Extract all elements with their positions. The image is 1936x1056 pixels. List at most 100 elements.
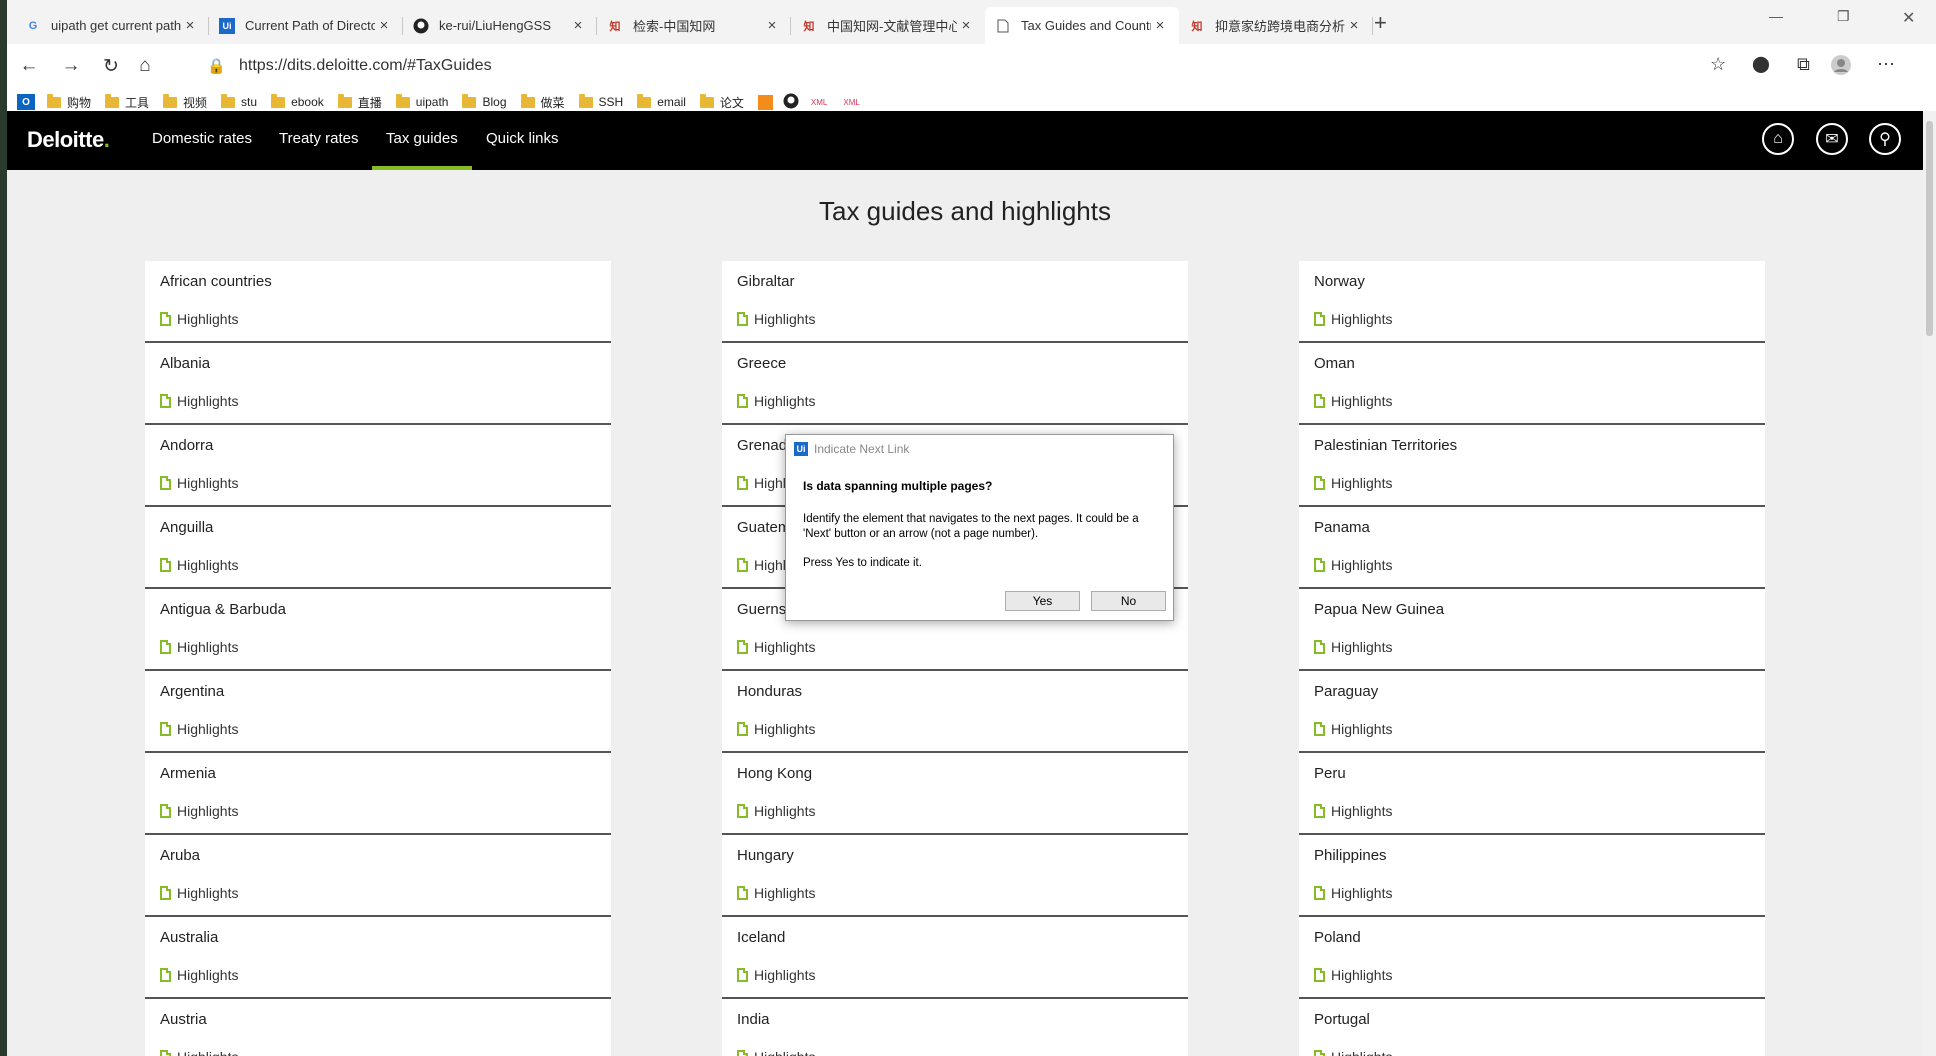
close-icon[interactable]: ×	[763, 17, 781, 34]
highlights-link[interactable]: Highlights	[160, 967, 238, 983]
close-icon[interactable]: ×	[1151, 17, 1169, 34]
github-icon[interactable]	[783, 93, 799, 112]
mail-icon[interactable]: ✉	[1816, 123, 1848, 155]
highlights-label: Highlights	[754, 639, 816, 655]
country-name: Aruba	[160, 847, 201, 864]
highlights-link[interactable]: Highlights	[1314, 885, 1392, 901]
highlights-link[interactable]: Highlights	[160, 393, 238, 409]
highlights-link[interactable]: Highlights	[737, 803, 815, 819]
bookmark-folder[interactable]: 购物	[47, 93, 91, 111]
highlights-link[interactable]: Highlights	[1314, 1049, 1392, 1056]
close-icon[interactable]: ×	[957, 17, 975, 34]
highlights-link[interactable]: Highlights	[160, 885, 238, 901]
tab-tax-guides[interactable]: Tax Guides and Country Highligh ×	[985, 7, 1179, 44]
country-card: Hong Kong Highlights	[722, 753, 1188, 835]
profile-icon[interactable]	[1830, 54, 1852, 81]
highlights-link[interactable]: Highlights	[1314, 311, 1392, 327]
home-icon[interactable]: ⌂	[129, 50, 161, 82]
highlights-link[interactable]: Highlights	[737, 311, 815, 327]
search-icon[interactable]: ⚲	[1869, 123, 1901, 155]
page-icon	[995, 18, 1011, 34]
favorite-star-icon[interactable]: ☆	[1710, 54, 1726, 75]
bookmark-folder[interactable]: 视频	[163, 93, 207, 111]
close-icon[interactable]: ×	[1345, 17, 1363, 34]
refresh-icon[interactable]: ↻	[95, 50, 127, 82]
highlights-link[interactable]: Highlights	[160, 721, 238, 737]
close-icon[interactable]: ×	[181, 17, 199, 34]
country-name: Antigua & Barbuda	[160, 601, 286, 618]
highlights-link[interactable]: Highlights	[1314, 721, 1392, 737]
bookmark-app-icon[interactable]	[757, 94, 773, 110]
bookmark-folder[interactable]: uipath	[395, 93, 448, 109]
highlights-link[interactable]: Highlights	[160, 803, 238, 819]
home-icon[interactable]: ⌂	[1762, 123, 1794, 155]
country-name: Austria	[160, 1011, 207, 1028]
nav-domestic-rates[interactable]: Domestic rates	[152, 130, 252, 147]
bookmark-folder[interactable]: 直播	[337, 93, 382, 111]
close-icon[interactable]: ×	[569, 17, 587, 34]
xml-icon[interactable]: XML	[843, 98, 859, 107]
tab-github[interactable]: ke-rui/LiuHengGSS ×	[403, 7, 597, 44]
highlights-link[interactable]: Highlights	[160, 475, 238, 491]
nav-quick-links[interactable]: Quick links	[486, 130, 559, 147]
back-icon[interactable]: ←	[13, 50, 45, 82]
highlights-link[interactable]: Highlights	[737, 721, 815, 737]
highlights-link[interactable]: Highlights	[1314, 967, 1392, 983]
highlights-link[interactable]: Highlights	[737, 967, 815, 983]
tab-google[interactable]: G uipath get current path - Google ×	[15, 7, 209, 44]
xml-icon[interactable]: XML	[811, 98, 827, 107]
no-button[interactable]: No	[1091, 591, 1166, 611]
highlights-link[interactable]: Highlights	[737, 639, 815, 655]
forward-icon[interactable]: →	[55, 50, 87, 82]
highlights-link[interactable]: Highlights	[1314, 475, 1392, 491]
document-icon	[160, 1050, 171, 1056]
address-bar[interactable]: 🔒 https://dits.deloitte.com/#TaxGuides	[207, 50, 1717, 82]
highlights-label: Highlights	[1331, 803, 1393, 819]
nav-tax-guides[interactable]: Tax guides	[372, 130, 472, 170]
minimize-icon[interactable]: —	[1769, 8, 1783, 24]
scrollbar-thumb[interactable]	[1926, 121, 1933, 336]
bookmark-folder[interactable]: Blog	[462, 93, 507, 109]
highlights-link[interactable]: Highlights	[737, 393, 815, 409]
country-name: Honduras	[737, 683, 803, 700]
highlights-link[interactable]: Highlights	[1314, 639, 1392, 655]
country-name: Argentina	[160, 683, 225, 700]
document-icon	[737, 640, 748, 654]
highlights-link[interactable]: Highlights	[160, 1049, 238, 1056]
bookmark-folder[interactable]: stu	[221, 93, 257, 109]
more-icon[interactable]: ⋯	[1877, 54, 1895, 75]
bookmark-folder[interactable]: 论文	[699, 93, 744, 111]
bookmark-folder[interactable]: ebook	[271, 93, 324, 109]
new-tab-button[interactable]: +	[1374, 10, 1387, 36]
yes-button[interactable]: Yes	[1005, 591, 1080, 611]
bookmark-folder[interactable]: email	[637, 93, 686, 109]
restore-icon[interactable]: ❐	[1837, 8, 1850, 25]
bookmark-folder[interactable]: 工具	[105, 93, 149, 111]
document-icon	[160, 804, 171, 818]
highlights-label: Highlights	[754, 803, 816, 819]
bookmark-folder[interactable]: SSH	[578, 93, 623, 109]
highlights-link[interactable]: Highlights	[160, 639, 238, 655]
tab-cnki-search[interactable]: 知 检索-中国知网 ×	[597, 7, 791, 44]
tab-cnki-manage[interactable]: 知 中国知网-文献管理中心 ×	[791, 7, 985, 44]
tab-cnki-paper[interactable]: 知 抑意家纺跨境电商分析与研究 - ×	[1179, 7, 1373, 44]
close-icon[interactable]: ×	[375, 17, 393, 34]
scrollbar[interactable]	[1923, 111, 1936, 1056]
highlights-link[interactable]: Highlights	[1314, 803, 1392, 819]
highlights-link[interactable]: Highlights	[1314, 393, 1392, 409]
outlook-icon[interactable]: O	[17, 94, 35, 110]
bookmark-folder[interactable]: 做菜	[520, 93, 565, 111]
nav-treaty-rates[interactable]: Treaty rates	[279, 130, 358, 147]
tab-uipath-forum[interactable]: Ui Current Path of Directory - Build ×	[209, 7, 403, 44]
highlights-link[interactable]: Highlights	[737, 1049, 815, 1056]
close-window-icon[interactable]: ✕	[1902, 8, 1915, 28]
uipath-icon: Ui	[794, 442, 808, 456]
country-card: Philippines Highlights	[1299, 835, 1765, 917]
highlights-link[interactable]: Highlights	[160, 311, 238, 327]
highlights-link[interactable]: Highlights	[160, 557, 238, 573]
highlights-link[interactable]: Highlights	[1314, 557, 1392, 573]
collections-icon[interactable]: ⧉	[1797, 54, 1810, 75]
deloitte-logo[interactable]: Deloitte.	[27, 127, 110, 153]
extension-icon[interactable]: ⬤	[1752, 54, 1770, 74]
highlights-link[interactable]: Highlights	[737, 885, 815, 901]
